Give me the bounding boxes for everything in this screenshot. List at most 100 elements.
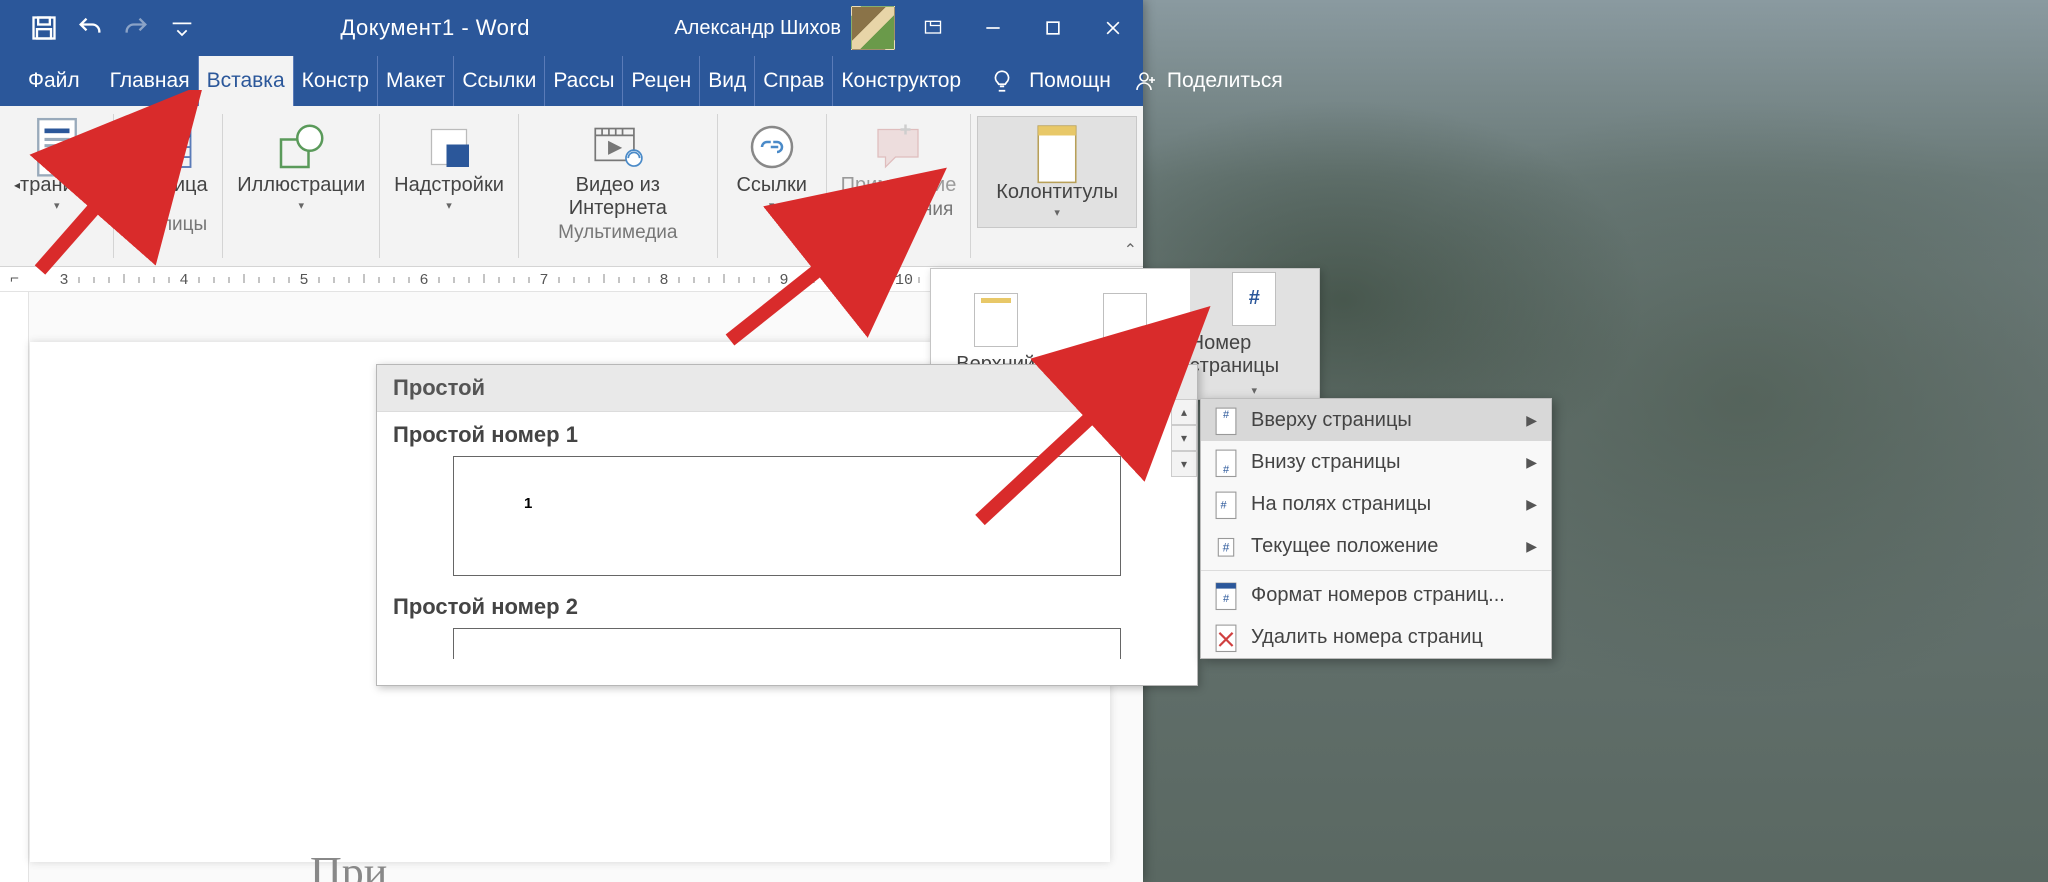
links-button[interactable]: Ссылки▾ bbox=[724, 116, 820, 214]
tab-view[interactable]: Вид bbox=[700, 56, 755, 106]
addins-icon bbox=[424, 122, 474, 172]
user-name[interactable]: Александр Шихов bbox=[674, 17, 841, 40]
tab-references[interactable]: Ссылки bbox=[454, 56, 545, 106]
svg-text:10: 10 bbox=[895, 272, 913, 289]
menu-bottom-of-page[interactable]: # Внизу страницы▶ bbox=[1201, 441, 1551, 483]
tell-me-button[interactable] bbox=[975, 56, 1029, 106]
svg-text:4: 4 bbox=[180, 272, 189, 289]
gallery-item-2[interactable] bbox=[453, 628, 1121, 659]
comment-icon bbox=[873, 122, 923, 172]
menu-top-of-page[interactable]: # Вверху страницы▶ bbox=[1201, 399, 1551, 441]
gallery-item-label: Простой номер 1 bbox=[393, 422, 1181, 448]
comment-button[interactable]: Примечание bbox=[833, 116, 965, 199]
page-number-menu: # Вверху страницы▶ # Внизу страницы▶ # Н… bbox=[1200, 398, 1552, 659]
header-footer-button[interactable]: Колонтитулы▾ bbox=[977, 116, 1137, 228]
close-button[interactable] bbox=[1083, 0, 1143, 56]
minimize-button[interactable] bbox=[963, 0, 1023, 56]
assistant-label[interactable]: Помощн bbox=[1029, 69, 1111, 93]
save-icon[interactable] bbox=[30, 14, 58, 42]
footer-icon bbox=[1103, 293, 1147, 347]
page-top-icon: # bbox=[1215, 407, 1237, 433]
svg-text:8: 8 bbox=[660, 272, 669, 289]
avatar[interactable] bbox=[851, 6, 895, 50]
gallery-item-1[interactable]: 1 bbox=[453, 456, 1121, 576]
video-icon bbox=[593, 122, 643, 172]
document-text-peek: При bbox=[310, 847, 387, 882]
tab-insert[interactable]: Вставка bbox=[199, 56, 294, 106]
quick-access-toolbar bbox=[0, 14, 196, 42]
gallery-category-header: Простой bbox=[377, 365, 1197, 412]
flyout-page-number-button[interactable]: # Номер страницы▾ bbox=[1190, 269, 1319, 399]
tab-constructor[interactable]: Конструктор bbox=[833, 56, 969, 106]
remove-icon bbox=[1215, 624, 1237, 650]
current-position-icon: # bbox=[1215, 533, 1237, 559]
page-number-icon: # bbox=[1232, 272, 1276, 326]
tab-review[interactable]: Рецен bbox=[623, 56, 700, 106]
svg-text:7: 7 bbox=[540, 272, 549, 289]
menu-current-position[interactable]: # Текущее положение▶ bbox=[1201, 525, 1551, 567]
header-footer-icon bbox=[1032, 129, 1082, 179]
illustrations-button[interactable]: Иллюстрации▾ bbox=[229, 116, 373, 214]
tab-design[interactable]: Констр bbox=[294, 56, 378, 106]
header-icon bbox=[974, 293, 1018, 347]
ribbon-group-links: Ссылки▾ bbox=[718, 106, 826, 266]
group-label-comments: Примечания bbox=[844, 199, 954, 223]
online-video-button[interactable]: Видео из Интернета bbox=[525, 116, 711, 222]
tab-layout[interactable]: Макет bbox=[378, 56, 454, 106]
ribbon-group-addins: Надстройки▾ bbox=[380, 106, 518, 266]
page-bottom-icon: # bbox=[1215, 449, 1237, 475]
tab-help[interactable]: Справ bbox=[755, 56, 833, 106]
tab-mailings[interactable]: Рассы bbox=[545, 56, 623, 106]
svg-text:3: 3 bbox=[60, 272, 69, 289]
redo-icon bbox=[122, 14, 150, 42]
share-button[interactable]: Поделиться bbox=[1135, 69, 1283, 93]
maximize-button[interactable] bbox=[1023, 0, 1083, 56]
page-number-gallery: Простой Простой номер 1 1 Простой номер … bbox=[376, 364, 1198, 686]
svg-text:6: 6 bbox=[420, 272, 429, 289]
ribbon-group-tables: Таблица▾ Таблицы bbox=[114, 106, 222, 266]
menu-page-margins[interactable]: # На полях страницы▶ bbox=[1201, 483, 1551, 525]
svg-text:#: # bbox=[1223, 593, 1230, 605]
svg-text:5: 5 bbox=[300, 272, 309, 289]
page-margin-icon: # bbox=[1215, 491, 1237, 517]
collapse-ribbon-icon[interactable]: ⌃ bbox=[1124, 240, 1137, 260]
ribbon-group-pages: ◂траницы▾ bbox=[0, 106, 113, 266]
gallery-scrollbar[interactable]: ▴ ▾ ▾ bbox=[1171, 399, 1197, 477]
vertical-ruler[interactable] bbox=[0, 292, 29, 882]
svg-text:#: # bbox=[1220, 500, 1227, 512]
menu-format-page-numbers[interactable]: # Формат номеров страниц... bbox=[1201, 574, 1551, 616]
preview-page-number: 1 bbox=[524, 495, 532, 512]
undo-icon[interactable] bbox=[76, 14, 104, 42]
format-icon: # bbox=[1215, 582, 1237, 608]
table-button[interactable]: Таблица▾ bbox=[120, 116, 216, 214]
tab-home[interactable]: Главная bbox=[102, 56, 199, 106]
group-label-media: Мультимедиа bbox=[558, 222, 677, 246]
shapes-icon bbox=[276, 122, 326, 172]
ribbon-group-illustrations: Иллюстрации▾ bbox=[223, 106, 379, 266]
ribbon-group-media: Видео из Интернета Мультимедиа bbox=[519, 106, 717, 266]
tab-file[interactable]: Файл bbox=[0, 56, 102, 106]
ribbon: ◂траницы▾ Таблица▾ Таблицы Иллюстрации▾ bbox=[0, 106, 1143, 267]
addins-button[interactable]: Надстройки▾ bbox=[386, 116, 512, 214]
scroll-up-icon[interactable]: ▴ bbox=[1171, 399, 1197, 425]
svg-text:9: 9 bbox=[780, 272, 789, 289]
customize-qa-icon[interactable] bbox=[168, 14, 196, 42]
menu-remove-page-numbers[interactable]: Удалить номера страниц bbox=[1201, 616, 1551, 658]
svg-text:#: # bbox=[1223, 464, 1230, 476]
scroll-more-icon[interactable]: ▾ bbox=[1171, 451, 1197, 477]
page-icon bbox=[32, 122, 82, 172]
pages-button[interactable]: ◂траницы▾ bbox=[6, 116, 107, 214]
ribbon-group-headerfooter: Колонтитулы▾ bbox=[971, 106, 1143, 266]
ribbon-display-options-icon[interactable] bbox=[903, 0, 963, 56]
table-icon bbox=[143, 122, 193, 172]
svg-text:#: # bbox=[1223, 409, 1230, 421]
svg-text:#: # bbox=[1223, 541, 1230, 555]
scroll-down-icon[interactable]: ▾ bbox=[1171, 425, 1197, 451]
title-bar: Документ1 - Word Александр Шихов bbox=[0, 0, 1143, 56]
document-title: Документ1 - Word bbox=[196, 15, 674, 41]
link-icon bbox=[747, 122, 797, 172]
ribbon-group-comments: Примечание Примечания bbox=[827, 106, 971, 266]
gallery-item-label-2: Простой номер 2 bbox=[393, 594, 1181, 620]
group-label-tables: Таблицы bbox=[130, 214, 208, 238]
ribbon-tabs: Файл Главная Вставка Констр Макет Ссылки… bbox=[0, 56, 1143, 106]
